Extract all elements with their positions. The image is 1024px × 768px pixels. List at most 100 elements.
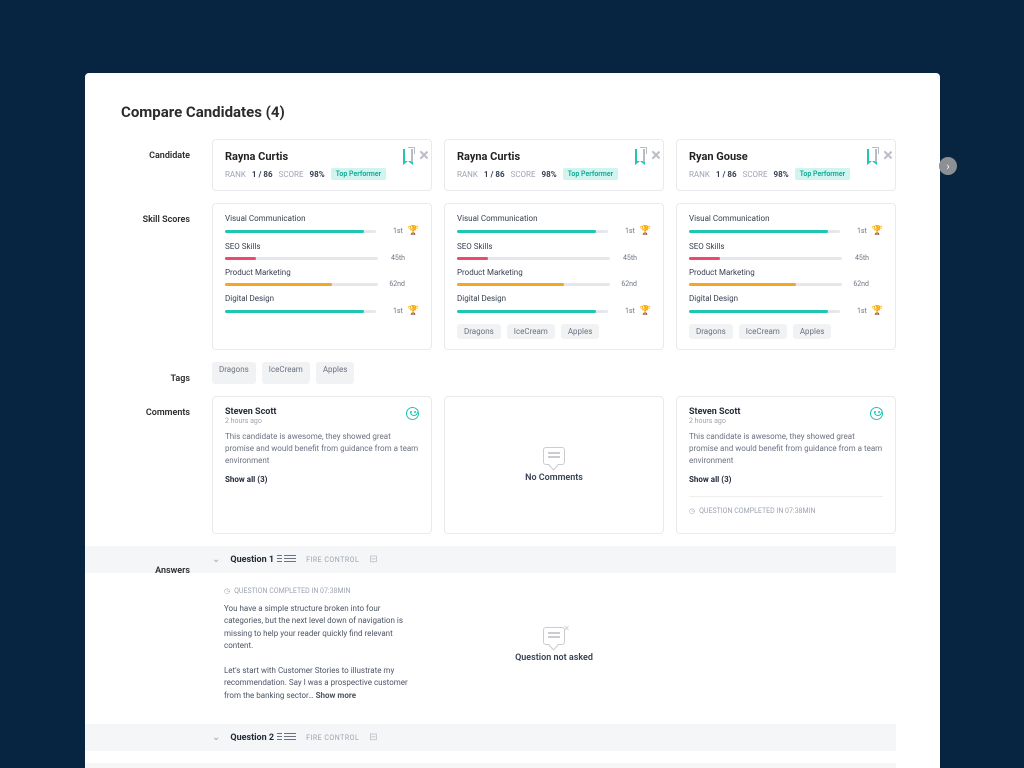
comment-body: This candidate is awesome, they showed g… (689, 431, 883, 467)
skill-bar (225, 257, 378, 260)
show-all-comments-link[interactable]: Show all (3) (225, 475, 419, 484)
candidate-1-not-asked: ✕ Question not asked (444, 577, 664, 712)
comment-author: Steven Scott (689, 407, 740, 417)
scroll-right-button[interactable]: › (939, 157, 957, 175)
trophy-icon: 🏆 (872, 306, 883, 316)
clock-icon: ◷ (224, 587, 230, 595)
tag-chip[interactable]: IceCream (739, 324, 787, 339)
open-external-icon[interactable] (643, 150, 645, 161)
rank-value: 1 / 86 (252, 170, 273, 179)
question-label[interactable]: Question 1 (230, 555, 274, 565)
trophy-icon: 🏆 (408, 226, 419, 236)
no-comments-text: No Comments (525, 473, 583, 483)
trophy-icon: 🏆 (640, 306, 651, 316)
skill-name: Product Marketing (457, 268, 651, 277)
skill-rank: 62nd (847, 280, 869, 288)
bookmark-icon[interactable] (867, 150, 869, 161)
skill-rank: 1st (381, 227, 403, 235)
comment-time: 2 hours ago (689, 417, 740, 425)
show-more-link[interactable]: Show more (316, 691, 356, 700)
tag-chip[interactable]: Apples (793, 324, 832, 339)
row-label-comments: Comments (85, 396, 200, 534)
tag-chip[interactable]: Dragons (457, 324, 501, 339)
skill-bar (457, 230, 608, 233)
question-row-3[interactable]: ⌄ Question 3 FIRE CONTROL ⊟ (85, 763, 896, 768)
candidate-name: Ryan Gouse (689, 150, 748, 163)
tag-chip[interactable]: IceCream (262, 362, 310, 384)
page-title: Compare Candidates (4) (85, 73, 940, 139)
tag-chip[interactable]: Dragons (689, 324, 733, 339)
question-row-1: Answers ⌄ Question 1 FIRE CONTROL ⊟ (85, 546, 896, 573)
skill-bar (225, 283, 378, 286)
score-label: SCORE (279, 170, 304, 179)
candidate-name: Rayna Curtis (225, 150, 288, 163)
candidate-1-no-comments: No Comments (444, 396, 664, 534)
skill-rank: 1st (381, 307, 403, 315)
tag-chip[interactable]: IceCream (507, 324, 555, 339)
smiley-icon (406, 407, 419, 420)
candidate-name: Rayna Curtis (457, 150, 520, 163)
candidate-2-comment: Steven Scott 2 hours ago This candidate … (676, 396, 896, 534)
skill-bar (689, 283, 842, 286)
open-external-icon[interactable] (875, 150, 877, 161)
open-external-icon[interactable] (411, 150, 413, 161)
row-label-answers: Answers (85, 554, 200, 576)
skill-name: Visual Communication (457, 214, 651, 223)
candidate-0-answer: ◷ QUESTION COMPLETED IN 07:38MIN You hav… (212, 577, 432, 712)
bookmark-icon[interactable] (635, 150, 637, 161)
row-label-candidate: Candidate (85, 139, 200, 191)
comment-author: Steven Scott (225, 407, 276, 417)
skill-name: Digital Design (457, 294, 651, 303)
bookmark-icon[interactable] (403, 150, 405, 161)
trophy-icon: 🏆 (872, 226, 883, 236)
candidate-card-2-header: Ryan Gouse RANK 1 / 86 SCORE 98% Top Per… (676, 139, 896, 191)
comment-time: 2 hours ago (225, 417, 276, 425)
top-performer-badge: Top Performer (563, 168, 619, 180)
tag-chip[interactable]: Apples (561, 324, 600, 339)
skill-name: Digital Design (225, 294, 419, 303)
skill-bar (457, 257, 610, 260)
skill-bar (457, 310, 608, 313)
candidate-0-comment: Steven Scott 2 hours ago This candidate … (212, 396, 432, 534)
tag-chip[interactable]: Dragons (212, 362, 256, 384)
show-all-comments-link[interactable]: Show all (3) (689, 475, 883, 484)
chevron-down-icon[interactable]: ⌄ (212, 554, 220, 565)
skill-bar (225, 230, 376, 233)
chevron-down-icon[interactable]: ⌄ (212, 732, 220, 743)
top-performer-badge: Top Performer (331, 168, 387, 180)
skill-rank: 45th (615, 254, 637, 262)
skill-name: Product Marketing (225, 268, 419, 277)
tag-chip[interactable]: Apples (316, 362, 355, 384)
align-icon[interactable]: ⊟ (369, 554, 377, 565)
skill-name: Digital Design (689, 294, 883, 303)
row-label-skills: Skill Scores (85, 203, 200, 350)
skill-rank: 62nd (383, 280, 405, 288)
smiley-icon (870, 407, 883, 420)
skill-name: SEO Skills (225, 242, 419, 251)
skill-name: Visual Communication (689, 214, 883, 223)
not-asked-text: Question not asked (515, 653, 593, 663)
candidate-0-skills: Visual Communication 1st 🏆 SEO Skills 45… (212, 203, 432, 350)
compare-grid: Candidate Rayna Curtis RANK 1 / 86 SCORE… (85, 139, 940, 768)
skill-rank: 1st (613, 227, 635, 235)
skill-bar (225, 310, 376, 313)
clock-icon: ◷ (689, 507, 695, 515)
skill-name: SEO Skills (457, 242, 651, 251)
comment-body: This candidate is awesome, they showed g… (225, 431, 419, 467)
skill-name: Product Marketing (689, 268, 883, 277)
skill-rank: 62nd (615, 280, 637, 288)
skill-name: SEO Skills (689, 242, 883, 251)
list-icon (284, 733, 296, 742)
skill-bar (689, 310, 840, 313)
question-row-2[interactable]: ⌄ Question 2 FIRE CONTROL ⊟ (85, 724, 896, 751)
completed-text: QUESTION COMPLETED IN 07:38MIN (699, 507, 815, 515)
skill-bar (689, 230, 840, 233)
compare-candidates-page: Compare Candidates (4) Candidate Rayna C… (85, 73, 940, 768)
skill-rank: 45th (383, 254, 405, 262)
trophy-icon: 🏆 (640, 226, 651, 236)
top-performer-badge: Top Performer (795, 168, 851, 180)
trophy-icon: 🏆 (408, 306, 419, 316)
align-icon[interactable]: ⊟ (369, 732, 377, 743)
chat-bubble-icon (543, 447, 565, 465)
completed-text: QUESTION COMPLETED IN 07:38MIN (234, 587, 350, 595)
